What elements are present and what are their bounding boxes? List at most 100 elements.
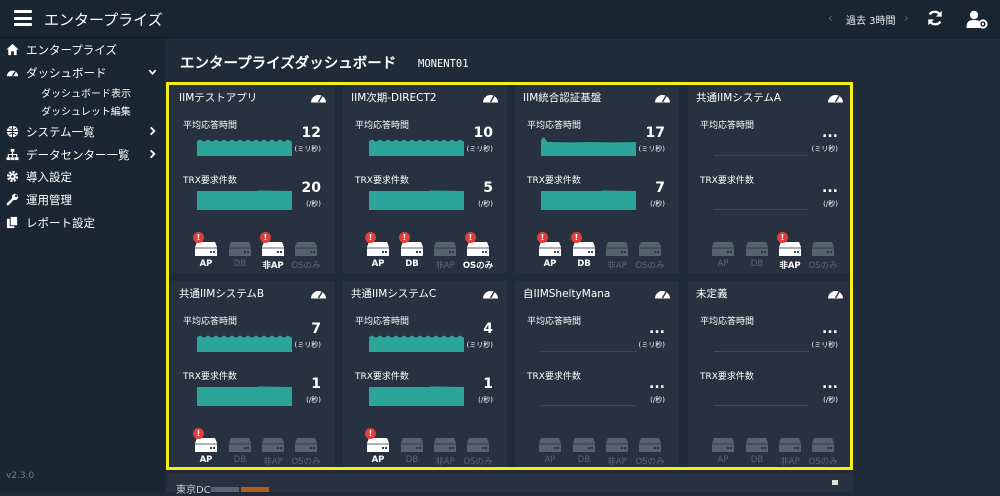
dashlet-title[interactable]: 未定義 [696, 286, 728, 301]
page-code: MONENT01 [418, 58, 469, 70]
server-status-db[interactable]: DB [743, 232, 771, 270]
server-status-ap[interactable]: AP [536, 428, 564, 466]
dashlet-title[interactable]: 共通IIMシステムA [696, 90, 781, 105]
server-status-ap[interactable]: ! AP [536, 232, 564, 270]
trx-request-value: ... [822, 376, 838, 392]
trx-request-value: 7 [655, 180, 665, 196]
time-period-label[interactable]: 過去 3時間 [846, 12, 896, 27]
dashboard-gauge-icon[interactable] [827, 91, 844, 104]
dashboard-gauge-icon[interactable] [310, 287, 327, 300]
dashlet-card[interactable]: IIMテストアプリ 平均応答時間 12 (ミリ秒) TRX要求件数 20 (/秒) ! AP DB… [171, 85, 335, 273]
server-status-os-only[interactable]: OSのみ [808, 232, 838, 271]
dashboard-gauge-icon[interactable] [654, 91, 671, 104]
server-status-non-ap[interactable]: 非AP [603, 428, 631, 467]
server-label: OSのみ [635, 457, 665, 467]
dashlet-title[interactable]: 自IIMSheltyMana [523, 286, 610, 301]
server-status-db[interactable]: DB [226, 428, 254, 466]
period-next-chevron-icon[interactable]: › [904, 11, 909, 25]
alert-icon: ! [365, 232, 376, 243]
avg-response-sparkline [714, 155, 809, 156]
sidebar-item-setup[interactable]: 導入設定 [0, 167, 165, 187]
user-settings-icon[interactable] [966, 9, 988, 29]
server-icon [195, 438, 217, 452]
trx-request-label: TRX要求件数 [700, 372, 754, 382]
server-status-ap[interactable]: ! AP [192, 232, 220, 270]
dashlet-card[interactable]: 未定義 平均応答時間... (ミリ秒) TRX要求件数... (/秒) AP DB 非AP OS… [688, 281, 852, 469]
server-icon [262, 242, 284, 256]
server-status-os-only[interactable]: OSのみ [808, 428, 838, 467]
server-status-db[interactable]: ! DB [398, 232, 426, 270]
dashboard-gauge-icon[interactable] [310, 91, 327, 104]
dashboard-gauge-icon[interactable] [482, 91, 499, 104]
alert-icon: ! [399, 232, 410, 243]
comment-icon[interactable] [832, 480, 838, 485]
server-status-db[interactable]: DB [226, 232, 254, 270]
hamburger-menu-icon[interactable] [14, 10, 32, 26]
server-status-non-ap[interactable]: 非AP [603, 232, 631, 271]
server-status-non-ap[interactable]: ! 非AP [259, 232, 287, 271]
dashlet-title[interactable]: 共通IIMシステムC [351, 286, 436, 301]
server-status-ap[interactable]: ! AP [192, 428, 220, 466]
server-status-db[interactable]: ! DB [570, 232, 598, 270]
dashlet-card[interactable]: 共通IIMシステムA 平均応答時間... (ミリ秒) TRX要求件数... (/秒) AP… [688, 85, 852, 273]
alert-icon: ! [193, 428, 204, 439]
sidebar-subitem-dashboard-view[interactable]: ダッシュボード表示 [41, 85, 131, 100]
server-icon [539, 438, 561, 452]
server-status-os-only[interactable]: OSのみ [291, 428, 321, 467]
trx-request-sparkline [369, 386, 464, 406]
dashboard-icon [6, 70, 19, 77]
server-icon [573, 242, 595, 256]
sidebar-item-operations[interactable]: 運用管理 [0, 190, 165, 210]
sidebar-item-label: 導入設定 [26, 170, 72, 184]
refresh-icon[interactable] [926, 8, 944, 28]
dashlet-title[interactable]: IIMテストアプリ [179, 90, 257, 105]
avg-response-label: 平均応答時間 [527, 121, 582, 131]
server-status-non-ap[interactable]: 非AP [431, 232, 459, 271]
server-status-os-only[interactable]: ! OSのみ [463, 232, 493, 271]
server-status-db[interactable]: DB [398, 428, 426, 466]
sidebar-item-dashboard[interactable]: ダッシュボード [0, 63, 165, 83]
server-status-os-only[interactable]: OSのみ [463, 428, 493, 467]
trx-request-sparkline [714, 405, 809, 406]
server-status-db[interactable]: DB [570, 428, 598, 466]
avg-response-sparkline [541, 137, 636, 156]
server-icon [606, 242, 628, 256]
dashlet-card[interactable]: 自IIMSheltyMana 平均応答時間... (ミリ秒) TRX要求件数... (/… [515, 281, 679, 469]
dashlet-title[interactable]: 共通IIMシステムB [179, 286, 264, 301]
server-status-os-only[interactable]: OSのみ [635, 232, 665, 271]
dashlet-card[interactable]: IIM統合認証基盤 平均応答時間 17 (ミリ秒) TRX要求件数 7 (/秒) ! AP! DB… [515, 85, 679, 273]
period-prev-chevron-icon[interactable]: ‹ [828, 11, 833, 25]
server-status-ap[interactable]: AP [709, 232, 737, 270]
dashlet-card[interactable]: IIM次期-DIRECT2 平均応答時間 10 (ミリ秒) TRX要求件数 5 (/秒) ! A… [343, 85, 507, 273]
server-status-os-only[interactable]: OSのみ [635, 428, 665, 467]
sidebar-item-enterprise[interactable]: エンタープライズ [0, 40, 165, 60]
server-icon [712, 438, 734, 452]
server-label: OSのみ [291, 261, 321, 271]
sidebar-subitem-dashlet-edit[interactable]: ダッシュレット編集 [41, 103, 131, 118]
sidebar-item-report-settings[interactable]: レポート設定 [0, 213, 165, 233]
dashlet-title[interactable]: IIM次期-DIRECT2 [351, 90, 437, 105]
sidebar-item-datacenter-list[interactable]: データセンター一覧 [0, 145, 165, 165]
dashboard-gauge-icon[interactable] [482, 287, 499, 300]
trx-request-label: TRX要求件数 [700, 176, 754, 186]
server-status-non-ap[interactable]: 非AP [259, 428, 287, 467]
server-icon [401, 438, 423, 452]
dashlet-title[interactable]: IIM統合認証基盤 [523, 90, 601, 105]
server-status-non-ap[interactable]: 非AP [776, 428, 804, 467]
server-status-non-ap[interactable]: ! 非AP [776, 232, 804, 271]
sidebar-item-system-list[interactable]: システム一覧 [0, 122, 165, 142]
chevron-down-icon [148, 69, 157, 76]
dashboard-gauge-icon[interactable] [654, 287, 671, 300]
dashlet-card[interactable]: 共通IIMシステムB 平均応答時間 7 (ミリ秒) TRX要求件数 1 (/秒) ! AP DB 非… [171, 281, 335, 469]
server-status-ap[interactable]: ! AP [364, 232, 392, 270]
server-status-non-ap[interactable]: 非AP [431, 428, 459, 467]
dashboard-gauge-icon[interactable] [827, 287, 844, 300]
server-status-ap[interactable]: ! AP [364, 428, 392, 466]
avg-response-value: ... [649, 321, 665, 337]
server-status-os-only[interactable]: OSのみ [291, 232, 321, 271]
server-status-ap[interactable]: AP [709, 428, 737, 466]
dashlet-card[interactable]: 共通IIMシステムC 平均応答時間 4 (ミリ秒) TRX要求件数 1 (/秒) ! AP DB 非… [343, 281, 507, 469]
avg-response-value: 4 [483, 321, 493, 337]
server-status-db[interactable]: DB [743, 428, 771, 466]
avg-response-sparkline [197, 139, 292, 156]
